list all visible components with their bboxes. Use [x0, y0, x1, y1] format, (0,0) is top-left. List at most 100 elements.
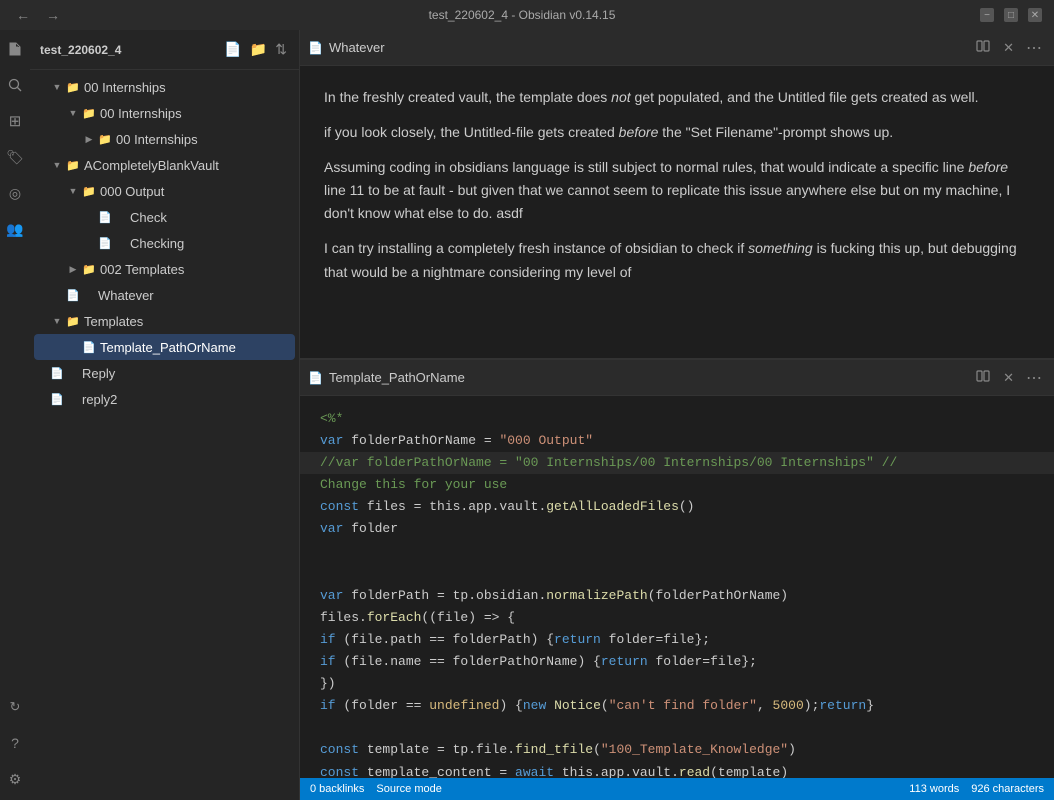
- code-token: const: [320, 496, 367, 518]
- code-line: files.forEach((file) => {: [300, 607, 1054, 629]
- code-editor[interactable]: <%* var folderPathOrName = "000 Output" …: [300, 396, 1054, 778]
- top-pane-more-button[interactable]: ⋯: [1022, 36, 1046, 60]
- top-pane-close-button[interactable]: ✕: [999, 38, 1018, 58]
- code-line: [300, 541, 1054, 563]
- sidebar-item-checking[interactable]: 📄 Checking: [34, 230, 295, 256]
- paragraph-1: In the freshly created vault, the templa…: [324, 86, 1030, 109]
- folder-icon: 📁: [82, 262, 96, 276]
- code-token: var: [320, 585, 351, 607]
- code-token: (folderPathOrName): [648, 585, 788, 607]
- code-line: [300, 717, 1054, 739]
- sync-icon[interactable]: ↻: [4, 696, 26, 718]
- sidebar-item-acompletely[interactable]: ▼ 📁 ACompletelyBlankVault: [34, 152, 295, 178]
- code-line: Change this for your use: [300, 474, 1054, 496]
- sidebar-bottom-icons: ↻ ? ⚙: [4, 696, 26, 800]
- bottom-pane-actions: ✕ ⋯: [971, 366, 1046, 390]
- code-token: folder: [351, 518, 398, 540]
- file-icon: 📄: [98, 236, 112, 250]
- code-line: if (file.name == folderPathOrName) {retu…: [300, 651, 1054, 673]
- sort-button[interactable]: ⇅: [273, 39, 289, 60]
- graph-icon[interactable]: ◎: [4, 182, 26, 204]
- bottom-pane-header: 📄 Template_PathOrName ✕ ⋯: [300, 360, 1054, 396]
- code-token: return: [554, 629, 609, 651]
- search-icon[interactable]: [4, 74, 26, 96]
- code-token: files = this.app.vault.: [367, 496, 546, 518]
- sidebar-item-internships-3[interactable]: ▶ 📁 00 Internships: [34, 126, 295, 152]
- file-icon: 📄: [50, 366, 64, 380]
- sidebar-item-reply2[interactable]: 📄 reply2: [34, 386, 295, 412]
- file-sidebar: test_220602_4 📄 📁 ⇅ ▼ 📁 00 Internships ▼…: [30, 30, 300, 800]
- sidebar-item-label: reply2: [82, 392, 117, 407]
- folder-icon: 📁: [98, 132, 112, 146]
- code-line: var folder: [300, 518, 1054, 540]
- code-token: ) {: [499, 695, 522, 717]
- file-icon: 📄: [308, 41, 323, 55]
- arrow-right-icon: ▶: [82, 132, 96, 146]
- code-token: normalizePath: [546, 585, 647, 607]
- sidebar-item-whatever[interactable]: 📄 Whatever: [34, 282, 295, 308]
- sidebar-item-label: Template_PathOrName: [100, 340, 236, 355]
- settings-icon[interactable]: ⚙: [4, 768, 26, 790]
- back-button[interactable]: ←: [12, 5, 34, 25]
- code-token: return: [819, 695, 866, 717]
- code-token: ): [788, 739, 796, 761]
- code-line-cursor: //var folderPathOrName = "00 Internships…: [300, 452, 1054, 474]
- paragraph-4: I can try installing a completely fresh …: [324, 237, 1030, 283]
- reading-view-button[interactable]: [971, 36, 995, 59]
- sidebar-item-002templates[interactable]: ▶ 📁 002 Templates: [34, 256, 295, 282]
- sidebar-header: test_220602_4 📄 📁 ⇅: [30, 30, 299, 70]
- sidebar-item-internships-2[interactable]: ▼ 📁 00 Internships: [34, 100, 295, 126]
- new-folder-button[interactable]: 📁: [248, 39, 269, 60]
- code-line: [300, 563, 1054, 585]
- community-icon[interactable]: 👥: [4, 218, 26, 240]
- sidebar-item-label: 00 Internships: [84, 80, 166, 95]
- code-token: find_tfile: [515, 739, 593, 761]
- bottom-pane: 📄 Template_PathOrName ✕ ⋯ <%* var folde: [300, 358, 1054, 778]
- maximize-button[interactable]: □: [1004, 8, 1018, 22]
- bottom-pane-more-button[interactable]: ⋯: [1022, 366, 1046, 390]
- sidebar-item-internships-1[interactable]: ▼ 📁 00 Internships: [34, 74, 295, 100]
- backlinks-count[interactable]: 0 backlinks: [310, 783, 364, 795]
- code-token: (: [593, 739, 601, 761]
- top-pane-actions: ✕ ⋯: [971, 36, 1046, 60]
- sidebar-item-templates[interactable]: ▼ 📁 Templates: [34, 308, 295, 334]
- char-count: 926 characters: [971, 783, 1044, 795]
- tags-icon[interactable]: 🏷: [4, 146, 26, 168]
- sidebar-item-label: 002 Templates: [100, 262, 184, 277]
- file-tree: ▼ 📁 00 Internships ▼ 📁 00 Internships ▶ …: [30, 70, 299, 800]
- code-token: forEach: [367, 607, 422, 629]
- code-token: undefined: [429, 695, 499, 717]
- sidebar-item-check[interactable]: 📄 Check: [34, 204, 295, 230]
- sidebar-item-template-path[interactable]: 📄 Template_PathOrName: [34, 334, 295, 360]
- code-token: "000 Output": [499, 430, 593, 452]
- code-token: (file.path == folderPath) {: [343, 629, 554, 651]
- close-button[interactable]: ✕: [1028, 8, 1042, 22]
- help-icon[interactable]: ?: [4, 732, 26, 754]
- code-token: (file.name == folderPathOrName) {: [343, 651, 600, 673]
- sidebar-item-reply[interactable]: 📄 Reply: [34, 360, 295, 386]
- code-token: folderPathOrName: [351, 430, 484, 452]
- top-pane-content[interactable]: In the freshly created vault, the templa…: [300, 66, 1054, 358]
- code-token: Notice: [554, 695, 601, 717]
- code-token: 5000: [773, 695, 804, 717]
- sidebar-item-000output[interactable]: ▼ 📁 000 Output: [34, 178, 295, 204]
- sidebar-item-label: ACompletelyBlankVault: [84, 158, 219, 173]
- minimize-button[interactable]: −: [980, 8, 994, 22]
- source-mode-label[interactable]: Source mode: [376, 783, 441, 795]
- new-note-button[interactable]: 📄: [222, 39, 243, 60]
- bottom-pane-close-button[interactable]: ✕: [999, 368, 1018, 388]
- code-token: template_content =: [367, 762, 515, 779]
- bookmarks-icon[interactable]: ⊞: [4, 110, 26, 132]
- forward-button[interactable]: →: [42, 5, 64, 25]
- file-icon: 📄: [308, 371, 323, 385]
- sidebar-item-label: 00 Internships: [100, 106, 182, 121]
- sidebar-action-buttons: 📄 📁 ⇅: [222, 39, 289, 60]
- top-pane-header: 📄 Whatever ✕ ⋯: [300, 30, 1054, 66]
- code-token: var: [320, 430, 351, 452]
- files-icon[interactable]: [4, 38, 26, 60]
- code-token: return: [601, 651, 656, 673]
- code-line: <%*: [300, 408, 1054, 430]
- sidebar-item-label: Templates: [84, 314, 143, 329]
- reading-view-button-2[interactable]: [971, 366, 995, 389]
- top-pane-title: Whatever: [329, 40, 971, 55]
